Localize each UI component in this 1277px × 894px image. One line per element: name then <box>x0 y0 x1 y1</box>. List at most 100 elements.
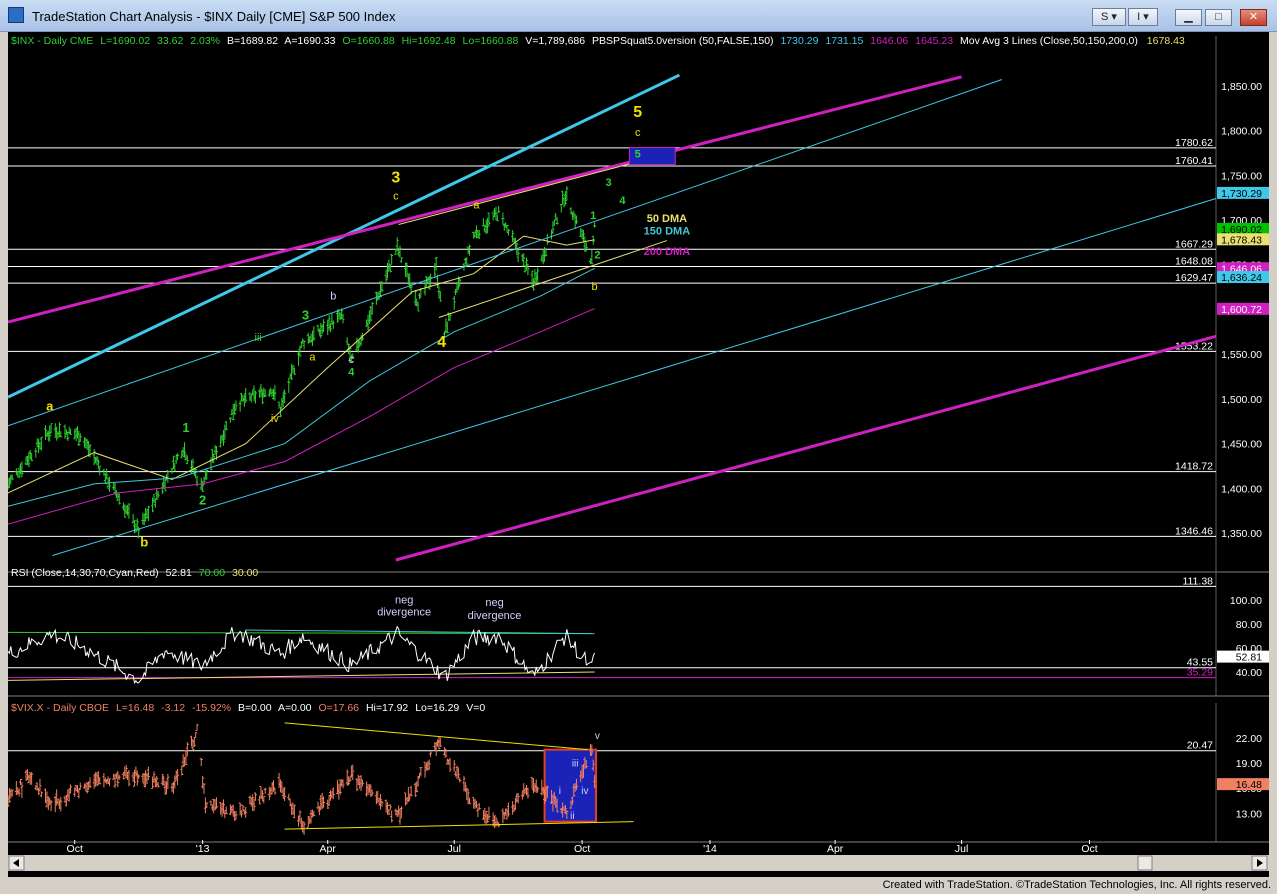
scrollbar-track[interactable] <box>8 855 1269 871</box>
price-price-badge-label: 1,678.43 <box>1221 234 1262 246</box>
chart-canvas[interactable]: 1,850.001,800.001,750.001,700.001,650.00… <box>6 32 1269 877</box>
x-tick-label: '14 <box>703 843 717 855</box>
price-bar <box>170 467 174 474</box>
rsi-ytick-label: 80.00 <box>1236 619 1262 631</box>
price-bid: B=1689.82 <box>227 35 278 47</box>
credit-text: Created with TradeStation. ©TradeStation… <box>882 879 1271 891</box>
indicator-value-4: 1645.23 <box>915 35 953 47</box>
interval-link-label: I <box>1137 11 1141 23</box>
price-bar <box>593 222 597 228</box>
vix-bar <box>263 787 267 794</box>
rsi-price-badge-label: 52.81 <box>1236 652 1262 664</box>
vix-bar <box>429 751 433 758</box>
vix-pct: -15.92% <box>192 702 231 714</box>
price-level-label: 1780.62 <box>1175 137 1213 149</box>
tradestation-app-icon <box>8 7 24 23</box>
price-bar <box>390 254 394 265</box>
vix-level-label: 20.47 <box>1187 740 1213 752</box>
price-wave-label: c <box>635 127 641 139</box>
price-bar <box>228 417 232 423</box>
price-wave-label: iii <box>255 332 262 344</box>
price-price-badge-label: 1,636.24 <box>1221 272 1262 284</box>
vix-bar <box>390 810 394 823</box>
vix-wave-label: iii <box>572 758 579 769</box>
rsi-wave-label: divergence <box>377 607 431 619</box>
price-change: 33.62 <box>157 35 183 47</box>
price-trendline <box>7 75 962 324</box>
rsi-ytick-label: 40.00 <box>1236 667 1262 679</box>
rsi-wave-label: divergence <box>468 610 522 622</box>
price-wave-label: 3 <box>302 307 309 322</box>
vix-wave-label: iv <box>581 786 588 797</box>
price-bar <box>238 400 242 412</box>
rsi-line <box>7 625 596 685</box>
price-price-badge-label: 1,730.29 <box>1221 188 1262 200</box>
maximize-button[interactable]: □ <box>1205 9 1232 26</box>
vix-wave-label: v <box>595 731 600 742</box>
price-level-label: 1629.47 <box>1175 272 1213 284</box>
price-wave-label: c <box>349 354 355 366</box>
price-price-badge-label: 1,600.72 <box>1221 304 1262 316</box>
vix-wave-label: ii <box>570 811 574 822</box>
vix-trendline <box>284 821 634 830</box>
price-low: Lo=1660.88 <box>463 35 519 47</box>
x-tick-label: Jul <box>448 843 461 855</box>
price-header: $INX - Daily CME L=1690.02 33.62 2.03% B… <box>11 35 1185 47</box>
rsi-trendline <box>7 671 595 681</box>
price-wave-label: iv <box>271 413 279 425</box>
symbol-link-button[interactable]: S ▾ <box>1092 8 1126 26</box>
price-bar <box>501 212 505 225</box>
vix-bar <box>452 760 456 772</box>
vix-high: Hi=17.92 <box>366 702 408 714</box>
interval-link-button[interactable]: I ▾ <box>1128 8 1158 26</box>
rsi-level-label: 111.38 <box>1182 575 1213 587</box>
indicator-value-2: 1731.15 <box>825 35 863 47</box>
price-wave-label: a <box>309 351 316 363</box>
chart-window[interactable]: 1,850.001,800.001,750.001,700.001,650.00… <box>6 32 1269 877</box>
price-bar <box>545 233 549 245</box>
price-pct: 2.03% <box>190 35 220 47</box>
price-wave-label: 200 DMA <box>644 246 691 258</box>
price-wave-label: 1 <box>590 210 596 222</box>
indicator-value-3: 1646.06 <box>870 35 908 47</box>
vix-ask: A=0.00 <box>278 702 312 714</box>
price-wave-label: 2 <box>594 249 600 261</box>
price-panel: 1,850.001,800.001,750.001,700.001,650.00… <box>6 36 1269 573</box>
vix-last: L=16.48 <box>116 702 154 714</box>
price-wave-label: 1 <box>182 420 189 435</box>
minimize-button[interactable]: ▁ <box>1175 9 1202 26</box>
scrollbar-thumb[interactable] <box>1137 855 1153 871</box>
price-volume: V=1,789,686 <box>525 35 585 47</box>
price-high: Hi=1692.48 <box>402 35 456 47</box>
price-bar <box>287 378 291 393</box>
x-tick-label: '13 <box>196 843 210 855</box>
rsi-label: RSI (Close,14,30,70,Cyan,Red) <box>11 567 159 579</box>
vix-ytick-label: 22.00 <box>1236 733 1262 745</box>
rsi-ytick-label: 100.00 <box>1230 595 1262 607</box>
close-button[interactable]: ✕ <box>1240 9 1267 26</box>
price-wave-label: 3 <box>391 169 400 186</box>
vix-change: -3.12 <box>161 702 185 714</box>
vix-bid: B=0.00 <box>238 702 272 714</box>
rsi-wave-label: neg <box>485 597 503 609</box>
price-bar <box>559 203 563 213</box>
x-tick-label: Oct <box>67 843 83 855</box>
price-wave-label: 4 <box>437 334 446 351</box>
price-ytick-label: 1,850.00 <box>1221 81 1262 93</box>
vix-panel: 22.0019.0016.0013.0020.47viiiiivii16.48 <box>6 703 1269 843</box>
price-wave-label: 4 <box>619 195 626 207</box>
rsi-value: 52.81 <box>166 567 192 579</box>
price-trendline <box>395 334 1217 562</box>
vix-bar <box>195 723 199 731</box>
vix-open: O=17.66 <box>318 702 359 714</box>
x-tick-label: Jul <box>955 843 968 855</box>
price-trendline <box>7 79 1003 427</box>
moving-average-value: 1678.43 <box>1147 35 1185 47</box>
horizontal-scrollbar[interactable] <box>8 855 1269 871</box>
price-wave-label: 150 DMA <box>644 225 691 237</box>
rsi-level-label: 35.29 <box>1187 667 1213 679</box>
vix-low: Lo=16.29 <box>415 702 459 714</box>
price-level-label: 1760.41 <box>1175 155 1213 167</box>
price-level-label: 1346.46 <box>1175 525 1213 537</box>
price-wave-label: a <box>473 199 480 211</box>
